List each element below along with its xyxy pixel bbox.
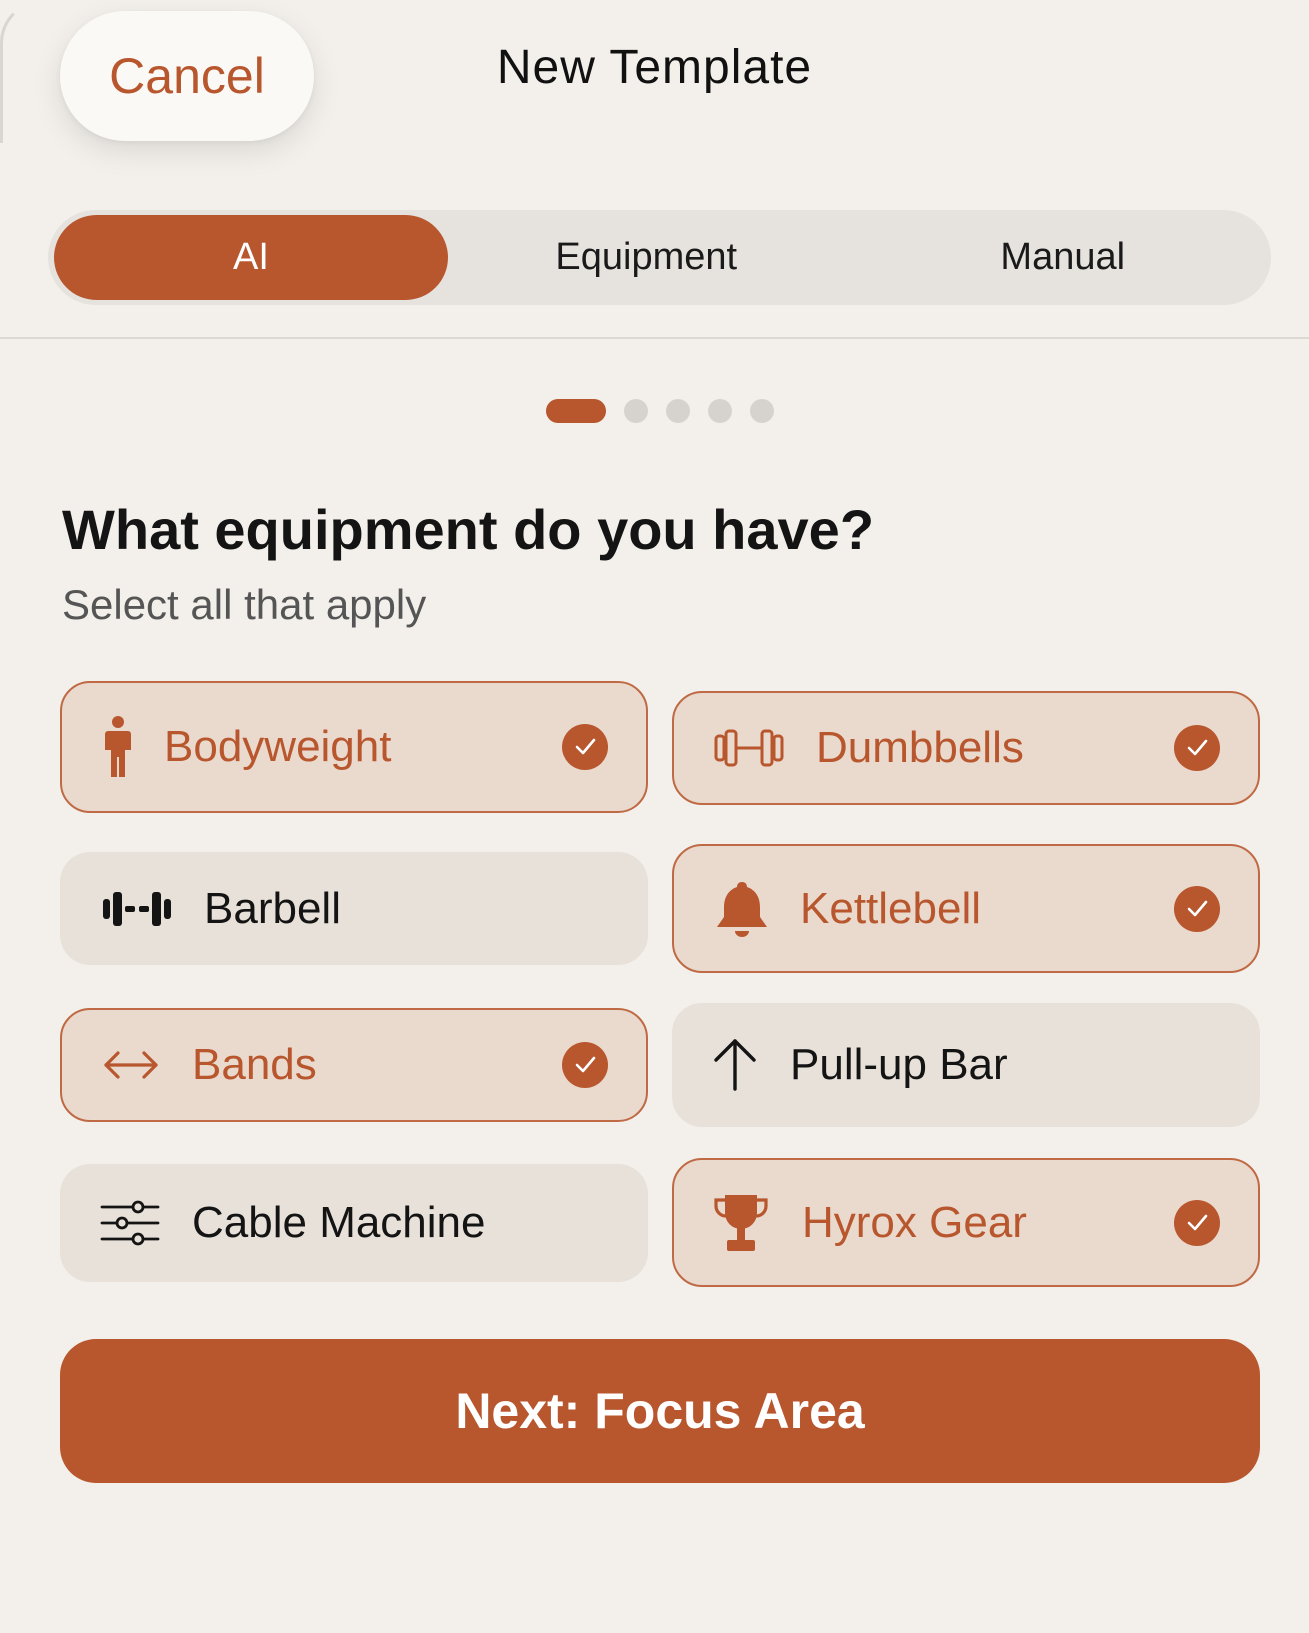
checkmark-icon [562, 724, 608, 770]
page-title: New Template [0, 40, 1309, 95]
option-dumbbells[interactable]: Dumbbells [672, 691, 1260, 805]
option-bodyweight[interactable]: Bodyweight [60, 681, 648, 813]
checkmark-icon [1174, 1199, 1220, 1246]
checkmark-icon [1174, 725, 1220, 771]
option-pull-up-bar[interactable]: Pull-up Bar [672, 1003, 1260, 1127]
header-divider [0, 337, 1309, 339]
option-label: Kettlebell [800, 883, 982, 933]
option-label: Barbell [204, 883, 341, 933]
bell-icon [714, 879, 770, 939]
person-icon [102, 715, 134, 779]
option-label: Pull-up Bar [790, 1040, 1008, 1089]
option-hyrox-gear[interactable]: Hyrox Gear [672, 1158, 1260, 1287]
tab-equipment[interactable]: Equipment [438, 210, 855, 305]
question-subtitle: Select all that apply [62, 581, 427, 628]
tab-ai[interactable]: AI [54, 215, 448, 300]
tab-manual[interactable]: Manual [855, 210, 1272, 305]
page-dot [750, 399, 774, 423]
trophy-icon [712, 1192, 770, 1254]
barbell-icon [102, 889, 172, 929]
option-label: Hyrox Gear [802, 1197, 1027, 1247]
page-dot [624, 399, 648, 423]
option-label: Cable Machine [192, 1198, 486, 1247]
question-title: What equipment do you have? [62, 498, 875, 561]
page-title-text: New Template [496, 41, 813, 94]
sliders-icon [100, 1199, 160, 1247]
mode-segmented-control: AI Equipment Manual [48, 210, 1271, 305]
option-barbell[interactable]: Barbell [60, 852, 648, 965]
page-dot [708, 399, 732, 423]
option-label: Bodyweight [164, 722, 392, 771]
dumbbell-icon [714, 728, 784, 768]
option-bands[interactable]: Bands [60, 1008, 648, 1122]
page-dot [666, 399, 690, 423]
option-label: Dumbbells [816, 723, 1024, 772]
option-cable-machine[interactable]: Cable Machine [60, 1164, 648, 1282]
checkmark-icon [562, 1042, 608, 1088]
option-label: Bands [192, 1040, 317, 1089]
screen: Cancel New Template AI Equipment Manual … [0, 0, 1309, 1633]
option-kettlebell[interactable]: Kettlebell [672, 844, 1260, 973]
checkmark-icon [1174, 885, 1220, 932]
left-right-arrow-icon [102, 1047, 160, 1083]
page-dot-active [546, 399, 606, 423]
next-button[interactable]: Next: Focus Area [60, 1339, 1260, 1483]
page-indicator [546, 399, 774, 423]
up-arrow-icon [710, 1037, 760, 1093]
